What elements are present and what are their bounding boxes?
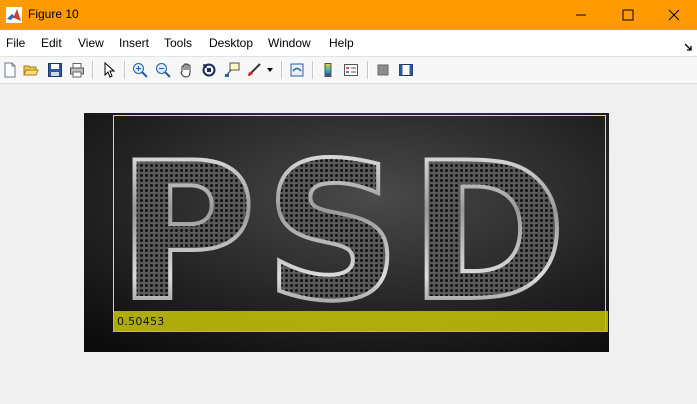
menu-edit[interactable]: Edit [41, 36, 62, 50]
save-icon[interactable] [45, 60, 65, 80]
close-button[interactable] [651, 0, 697, 30]
open-file-icon[interactable] [21, 60, 41, 80]
menu-tools[interactable]: Tools [164, 36, 192, 50]
menu-help[interactable]: Help [329, 36, 354, 50]
maximize-button[interactable] [605, 0, 651, 30]
matlab-logo-icon [6, 7, 22, 23]
data-cursor-icon[interactable] [222, 60, 242, 80]
rotate-3d-icon[interactable] [199, 60, 219, 80]
dock-arrow-icon[interactable] [683, 39, 693, 51]
toolbar-separator [312, 61, 314, 79]
zoom-out-icon[interactable] [153, 60, 173, 80]
brush-icon[interactable] [244, 60, 264, 80]
roi-value: 0.50453 [117, 315, 165, 328]
brush-dropdown-icon[interactable] [264, 60, 276, 80]
select-arrow-icon[interactable] [99, 60, 119, 80]
toolbar-separator [367, 61, 369, 79]
legend-icon[interactable] [341, 60, 361, 80]
menu-insert[interactable]: Insert [119, 36, 149, 50]
show-plot-tools-icon[interactable] [396, 60, 416, 80]
window-title: Figure 10 [28, 7, 79, 21]
title-bar: Figure 10 [0, 0, 697, 30]
pan-hand-icon[interactable] [176, 60, 196, 80]
toolbar-separator [124, 61, 126, 79]
colorbar-icon[interactable] [318, 60, 338, 80]
menu-window[interactable]: Window [268, 36, 311, 50]
roi-value-label: 0.50453 [113, 311, 608, 332]
figure-toolbar [0, 57, 697, 84]
print-icon[interactable] [67, 60, 87, 80]
menu-desktop[interactable]: Desktop [209, 36, 253, 50]
hide-plot-tools-icon[interactable] [373, 60, 393, 80]
menu-file[interactable]: File [6, 36, 25, 50]
toolbar-separator [281, 61, 283, 79]
minimize-button[interactable] [558, 0, 604, 30]
menu-view[interactable]: View [78, 36, 104, 50]
zoom-in-icon[interactable] [130, 60, 150, 80]
toolbar-separator [92, 61, 94, 79]
new-figure-icon[interactable] [0, 60, 20, 80]
menu-bar: File Edit View Insert Tools Desktop Wind… [0, 30, 697, 57]
link-plot-icon[interactable] [287, 60, 307, 80]
image-text: PSD [117, 122, 575, 343]
